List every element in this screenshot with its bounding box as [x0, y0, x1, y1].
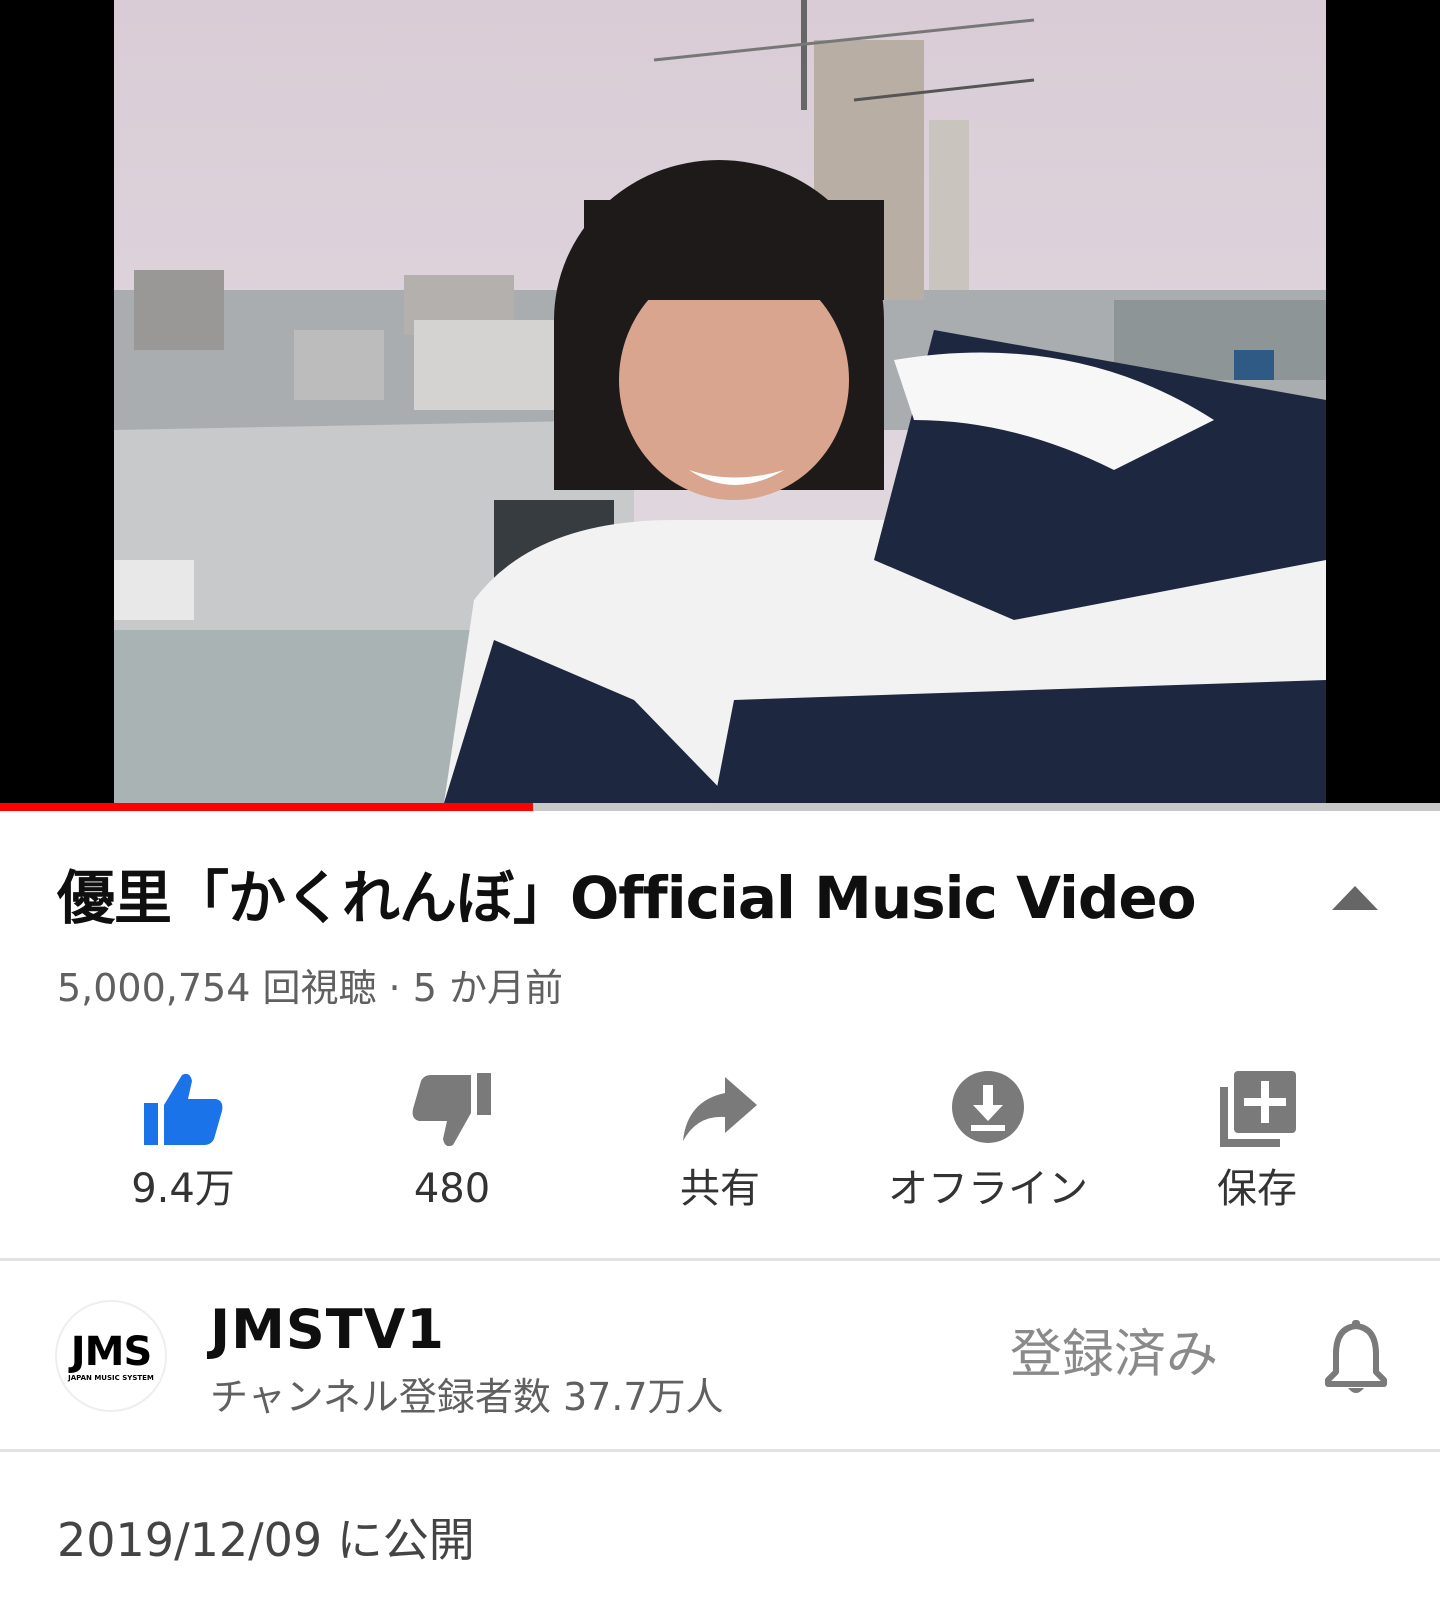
thumbs-down-icon [412, 1073, 491, 1147]
offline-download-button[interactable]: オフライン [858, 1050, 1118, 1220]
channel-avatar[interactable]: JMS JAPAN MUSIC SYSTEM [55, 1300, 167, 1412]
action-bar: 9.4万 480 共有 オフライン 保存 [0, 1050, 1440, 1220]
published-date: 2019/12/09 に公開 [57, 1513, 475, 1567]
video-thumbnail[interactable] [114, 0, 1326, 803]
bell-icon[interactable] [1322, 1318, 1390, 1398]
chevron-up-icon[interactable] [1330, 882, 1380, 914]
dislike-button[interactable]: 480 [322, 1050, 582, 1220]
save-label: 保存 [1217, 1166, 1297, 1212]
progress-bar[interactable] [0, 803, 1440, 811]
like-button[interactable]: 9.4万 [53, 1050, 313, 1220]
share-icon [683, 1077, 757, 1141]
video-title[interactable]: 優里「かくれんぼ」Official Music Video [57, 862, 1287, 934]
channel-logo-subtext: JAPAN MUSIC SYSTEM [68, 1374, 154, 1382]
share-label: 共有 [680, 1166, 760, 1212]
offline-label: オフライン [888, 1166, 1088, 1212]
divider [0, 1258, 1440, 1261]
video-player[interactable] [0, 0, 1440, 811]
download-icon [952, 1071, 1024, 1143]
dislike-count: 480 [413, 1166, 491, 1212]
subscribed-button[interactable]: 登録済み [1010, 1323, 1218, 1387]
progress-bar-fill [0, 803, 533, 811]
save-to-playlist-button[interactable]: 保存 [1127, 1050, 1387, 1220]
thumbs-up-icon [144, 1073, 223, 1145]
like-count: 9.4万 [131, 1166, 235, 1212]
video-view-count-and-date: 5,000,754 回視聴 · 5 か月前 [57, 966, 563, 1010]
share-button[interactable]: 共有 [590, 1050, 850, 1220]
channel-subscriber-count: チャンネル登録者数 37.7万人 [210, 1375, 724, 1419]
channel-name[interactable]: JMSTV1 [210, 1298, 445, 1362]
divider [0, 1449, 1440, 1452]
channel-logo-text: JMS [70, 1329, 153, 1375]
playlist-add-icon [1220, 1071, 1296, 1147]
